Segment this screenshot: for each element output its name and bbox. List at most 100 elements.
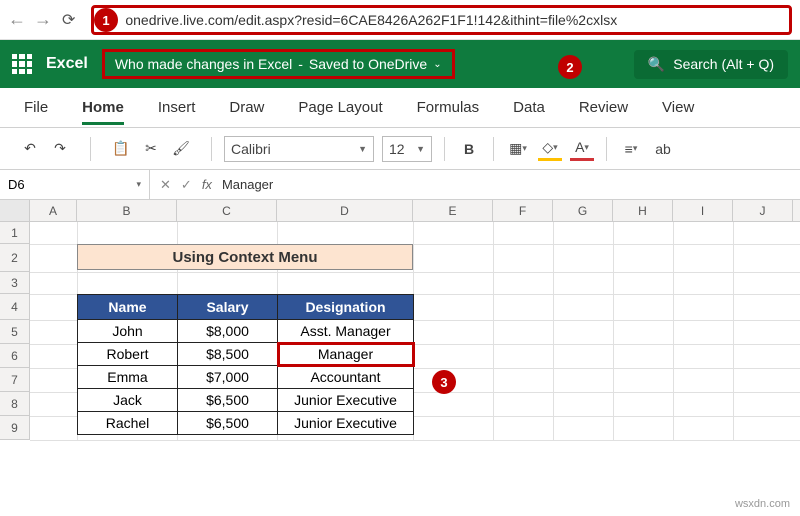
forward-icon[interactable]: → <box>34 9 52 30</box>
formula-value[interactable]: Manager <box>222 177 273 192</box>
cell[interactable]: Robert <box>78 343 178 366</box>
table-row: Robert$8,500Manager <box>78 343 414 366</box>
header-name[interactable]: Name <box>78 295 178 320</box>
save-status: Saved to OneDrive <box>309 56 427 72</box>
selected-cell[interactable]: Manager <box>278 343 414 366</box>
font-name-value: Calibri <box>231 141 271 157</box>
header-salary[interactable]: Salary <box>178 295 278 320</box>
tab-formulas[interactable]: Formulas <box>417 99 480 116</box>
redo-icon[interactable]: ↷ <box>48 137 72 161</box>
tab-draw[interactable]: Draw <box>229 99 264 116</box>
confirm-icon[interactable]: ✓ <box>181 177 192 193</box>
url-field[interactable]: 🔒 onedrive.live.com/edit.aspx?resid=6CAE… <box>91 5 792 35</box>
col-header-j[interactable]: J <box>733 200 793 221</box>
row-headers: 1 2 3 4 5 6 7 8 9 <box>0 222 30 440</box>
cell[interactable]: $6,500 <box>178 389 278 412</box>
cancel-icon[interactable]: ✕ <box>160 177 171 193</box>
cell[interactable]: Rachel <box>78 412 178 435</box>
font-size-value: 12 <box>389 141 405 157</box>
font-size-dropdown[interactable]: 12 ▼ <box>382 136 432 162</box>
name-box-value: D6 <box>8 177 25 192</box>
cut-icon[interactable]: ✂ <box>139 137 163 161</box>
row-header[interactable]: 9 <box>0 416 30 440</box>
cell[interactable]: John <box>78 320 178 343</box>
col-header-g[interactable]: G <box>553 200 613 221</box>
row-header[interactable]: 3 <box>0 272 30 294</box>
search-button[interactable]: 🔍 Search (Alt + Q) <box>634 50 788 79</box>
data-table: Name Salary Designation John$8,000Asst. … <box>77 294 414 435</box>
col-header-d[interactable]: D <box>277 200 413 221</box>
column-headers: A B C D E F G H I J <box>0 200 800 222</box>
cell[interactable]: Emma <box>78 366 178 389</box>
chevron-down-icon: ⌄ <box>433 59 441 70</box>
font-name-dropdown[interactable]: Calibri ▼ <box>224 136 374 162</box>
fx-icon[interactable]: fx <box>202 177 212 192</box>
undo-icon[interactable]: ↶ <box>18 137 42 161</box>
row-header[interactable]: 5 <box>0 320 30 344</box>
chevron-down-icon: ▼ <box>416 144 425 154</box>
header-designation[interactable]: Designation <box>278 295 414 320</box>
borders-icon[interactable]: ▦▾ <box>506 137 530 161</box>
col-header-f[interactable]: F <box>493 200 553 221</box>
col-header-i[interactable]: I <box>673 200 733 221</box>
table-header-row: Name Salary Designation <box>78 295 414 320</box>
col-header-a[interactable]: A <box>30 200 77 221</box>
tab-data[interactable]: Data <box>513 99 545 116</box>
chevron-down-icon: ▾ <box>136 179 141 190</box>
wrap-text-icon[interactable]: ab <box>651 137 675 161</box>
table-row: Jack$6,500Junior Executive <box>78 389 414 412</box>
sheet-title[interactable]: Using Context Menu <box>77 244 413 270</box>
cell[interactable]: Jack <box>78 389 178 412</box>
cell[interactable]: $8,000 <box>178 320 278 343</box>
cell[interactable]: $6,500 <box>178 412 278 435</box>
spreadsheet-grid[interactable]: A B C D E F G H I J 1 2 3 4 5 6 7 8 9 Us… <box>0 200 800 440</box>
search-icon: 🔍 <box>648 56 665 73</box>
back-icon[interactable]: ← <box>8 9 26 30</box>
tab-view[interactable]: View <box>662 99 694 116</box>
row-header[interactable]: 2 <box>0 244 30 272</box>
bold-button[interactable]: B <box>457 137 481 161</box>
app-launcher-icon[interactable] <box>12 54 32 74</box>
row-header[interactable]: 6 <box>0 344 30 368</box>
table-row: John$8,000Asst. Manager <box>78 320 414 343</box>
cell[interactable]: $8,500 <box>178 343 278 366</box>
tab-page-layout[interactable]: Page Layout <box>298 99 382 116</box>
table-row: Emma$7,000Accountant <box>78 366 414 389</box>
chevron-down-icon: ▼ <box>358 144 367 154</box>
tab-insert[interactable]: Insert <box>158 99 196 116</box>
tab-file[interactable]: File <box>24 99 48 116</box>
col-header-c[interactable]: C <box>177 200 277 221</box>
annotation-marker-3: 3 <box>432 370 456 394</box>
annotation-marker-2: 2 <box>558 55 582 79</box>
align-icon[interactable]: ≡▾ <box>619 137 643 161</box>
cell[interactable]: Asst. Manager <box>278 320 414 343</box>
app-header: Excel Who made changes in Excel - Saved … <box>0 40 800 88</box>
tab-home[interactable]: Home <box>82 99 124 125</box>
browser-address-bar: ← → ⟳ 🔒 onedrive.live.com/edit.aspx?resi… <box>0 0 800 40</box>
doc-title-sep: - <box>298 56 303 72</box>
select-all-corner[interactable] <box>0 200 30 221</box>
row-header[interactable]: 1 <box>0 222 30 244</box>
search-label: Search (Alt + Q) <box>673 56 774 72</box>
col-header-e[interactable]: E <box>413 200 493 221</box>
cell[interactable]: $7,000 <box>178 366 278 389</box>
url-text: onedrive.live.com/edit.aspx?resid=6CAE84… <box>125 12 617 28</box>
document-title[interactable]: Who made changes in Excel - Saved to One… <box>102 49 455 79</box>
fill-color-icon[interactable]: ◇▾ <box>538 137 562 161</box>
col-header-b[interactable]: B <box>77 200 177 221</box>
tab-review[interactable]: Review <box>579 99 628 116</box>
name-box[interactable]: D6 ▾ <box>0 170 150 199</box>
row-header[interactable]: 7 <box>0 368 30 392</box>
cell[interactable]: Junior Executive <box>278 389 414 412</box>
cell[interactable]: Accountant <box>278 366 414 389</box>
paste-icon[interactable]: 📋 <box>109 137 133 161</box>
cell[interactable]: Junior Executive <box>278 412 414 435</box>
table-row: Rachel$6,500Junior Executive <box>78 412 414 435</box>
row-header[interactable]: 4 <box>0 294 30 320</box>
annotation-marker-1: 1 <box>94 8 118 32</box>
font-color-icon[interactable]: A▾ <box>570 137 594 161</box>
reload-icon[interactable]: ⟳ <box>62 10 75 30</box>
row-header[interactable]: 8 <box>0 392 30 416</box>
format-painter-icon[interactable]: 🖌 <box>169 137 193 161</box>
col-header-h[interactable]: H <box>613 200 673 221</box>
